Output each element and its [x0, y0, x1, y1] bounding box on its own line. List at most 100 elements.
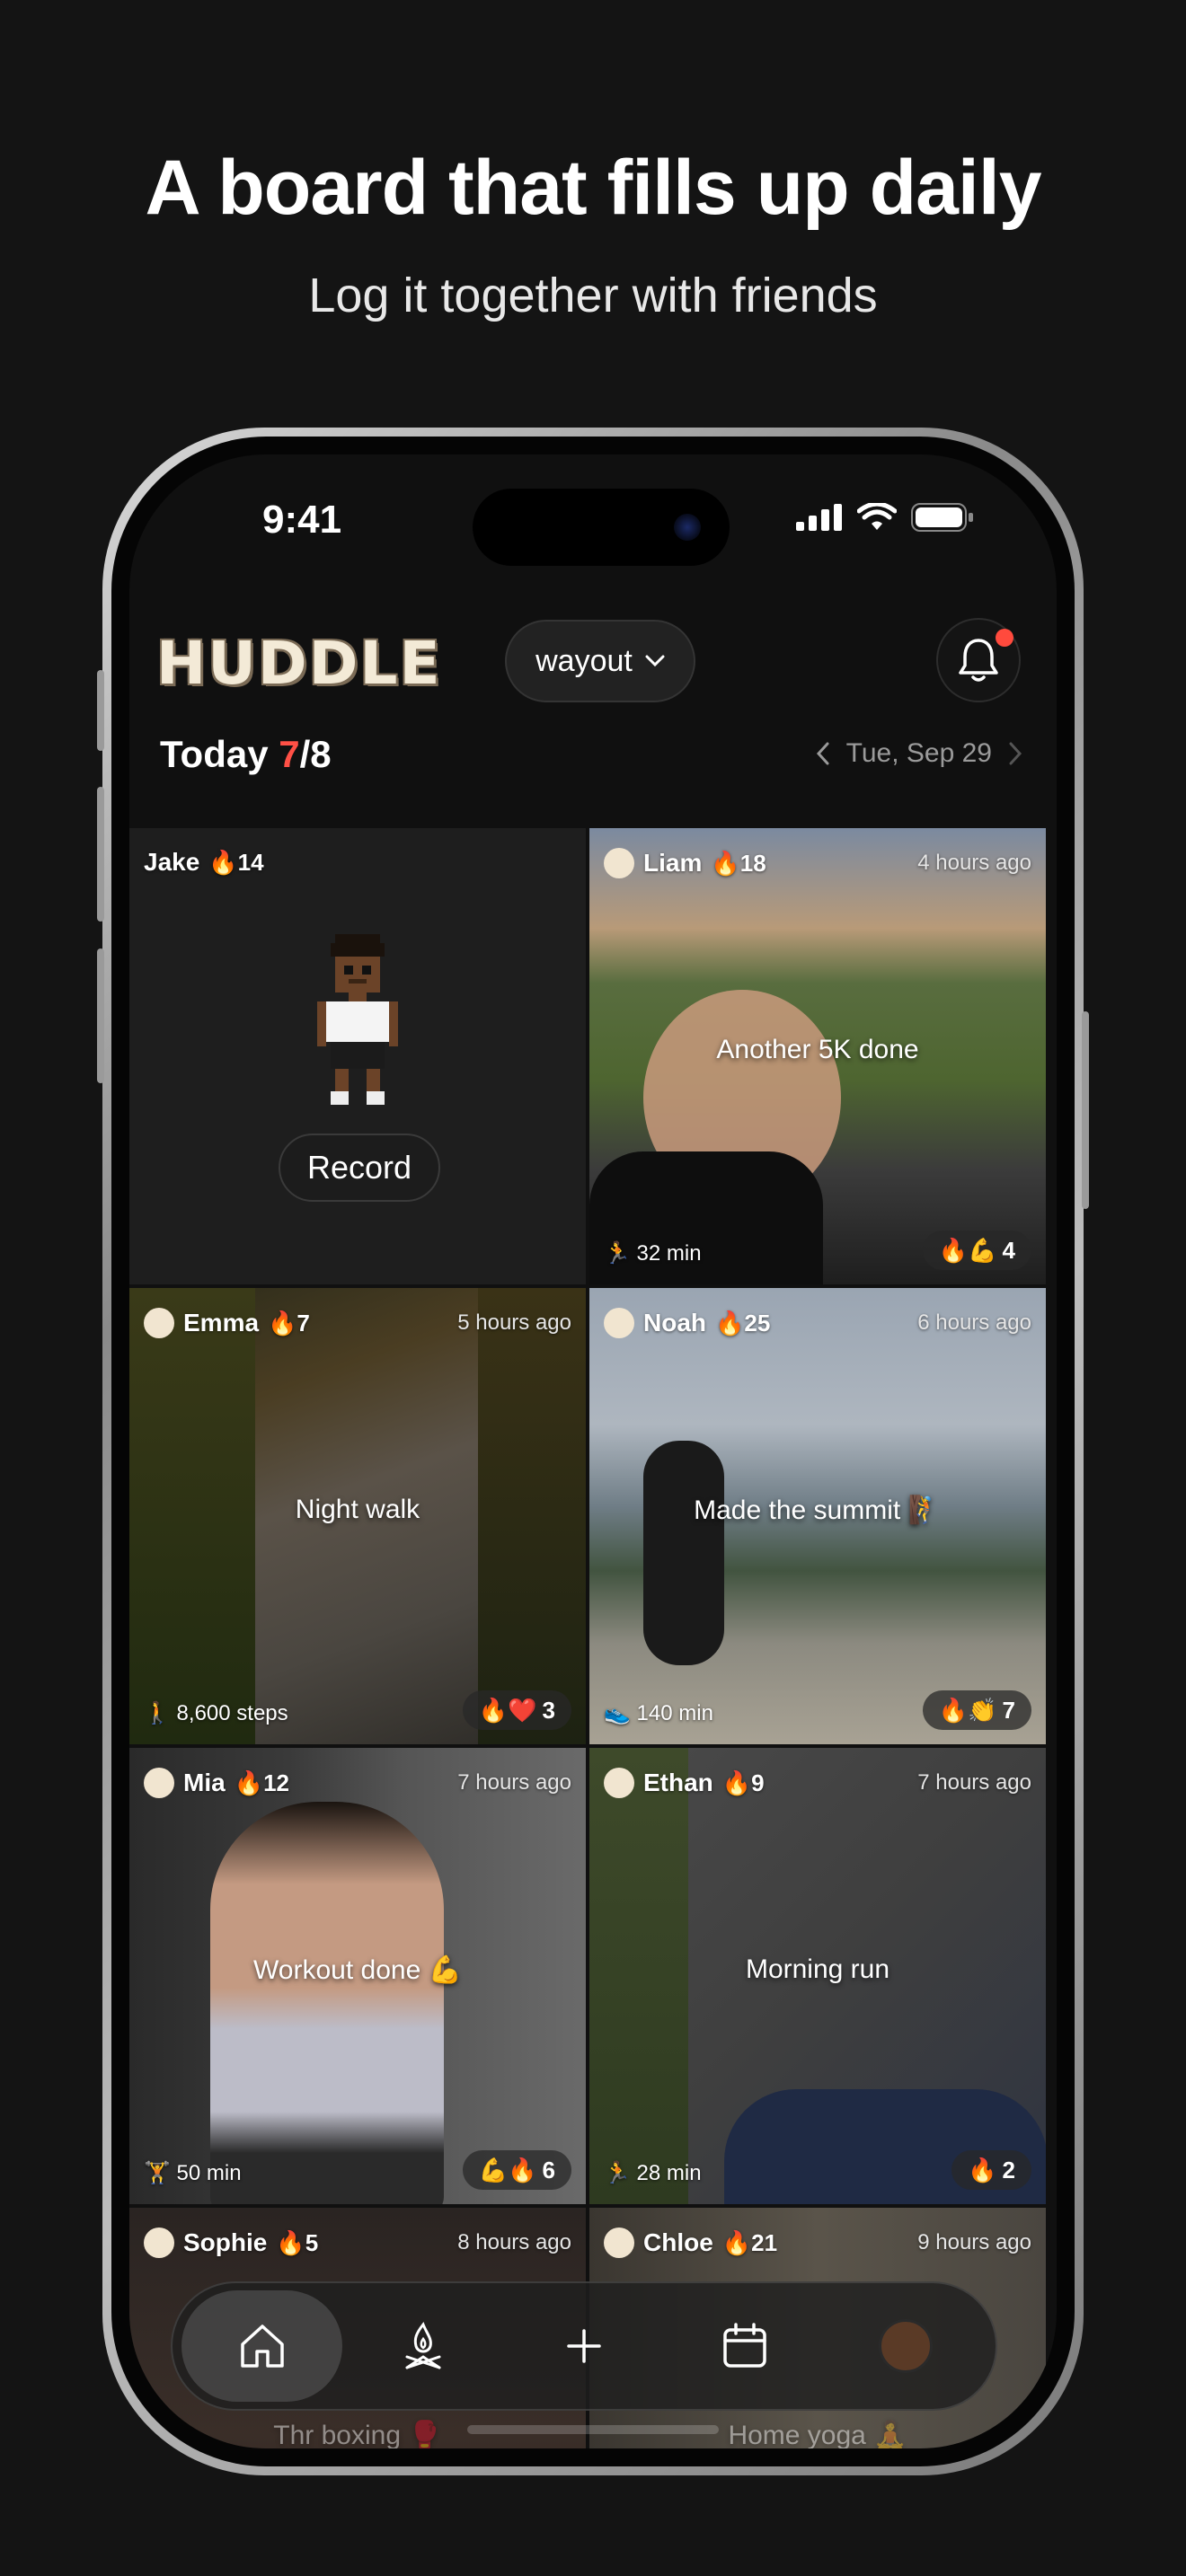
streak-count: 18 — [739, 849, 766, 877]
bell-icon — [959, 639, 998, 682]
user-avatar — [144, 2228, 174, 2258]
chevron-left-icon[interactable] — [816, 742, 830, 765]
reactions-button[interactable]: 🔥❤️ 3 — [462, 1690, 571, 1730]
chevron-right-icon[interactable] — [1008, 742, 1022, 765]
home-icon — [240, 2325, 284, 2368]
profile-avatar — [879, 2319, 934, 2373]
reaction-emojis: 🔥👏 — [938, 1696, 997, 1724]
activity-card[interactable]: Noah 🔥25 6 hours ago Made the summit 🧗 👟… — [589, 1288, 1046, 1744]
today-done: 7 — [279, 733, 300, 775]
reactions-button[interactable]: 🔥 2 — [951, 2150, 1031, 2190]
user-name: Chloe — [643, 2228, 713, 2256]
streak-badge: 🔥7 — [268, 1309, 310, 1337]
tab-campfire[interactable] — [342, 2290, 503, 2402]
group-name: wayout — [535, 643, 633, 678]
today-progress: Today 7/8 — [160, 733, 332, 776]
user-avatar — [604, 848, 634, 878]
tab-bar — [171, 2281, 997, 2411]
activity-grid: Jake 🔥14 Record Liam 🔥18 4 hours ago Ano… — [129, 828, 1057, 2448]
phone-frame: 9:41 HUDDLE wayout Today 7/8 Tue, Sep 29… — [97, 428, 1089, 2475]
today-label: Today — [160, 733, 269, 775]
activity-metric: 🏋 50 min — [144, 2161, 242, 2185]
streak-count: 14 — [237, 848, 264, 876]
user-name: Ethan — [643, 1769, 713, 1796]
time-ago: 7 hours ago — [457, 1770, 571, 1795]
activity-card[interactable]: Mia 🔥12 7 hours ago Workout done 💪 🏋 50 … — [129, 1748, 586, 2204]
streak-badge: 🔥12 — [234, 1769, 289, 1796]
reaction-emojis: 🔥 — [968, 2156, 997, 2183]
activity-caption: Morning run — [745, 1954, 890, 1984]
reactions-button[interactable]: 💪🔥 6 — [462, 2150, 571, 2190]
dynamic-island — [473, 489, 730, 566]
tab-calendar[interactable] — [665, 2290, 826, 2402]
user-name: Noah — [643, 1309, 706, 1337]
card-user: Ethan 🔥9 — [604, 1768, 765, 1798]
user-name: Liam — [643, 849, 703, 877]
activity-caption: Made the summit 🧗 — [694, 1495, 942, 1525]
status-time: 9:41 — [262, 498, 342, 542]
person-shape — [210, 1802, 444, 2204]
streak-count: 9 — [751, 1769, 765, 1796]
reaction-emojis: 🔥❤️ — [478, 1696, 537, 1724]
streak-badge: 🔥18 — [711, 849, 766, 877]
activity-caption: Night walk — [295, 1495, 420, 1524]
chevron-down-icon — [645, 655, 665, 667]
activity-metric: 👟 140 min — [604, 1701, 713, 1725]
streak-count: 21 — [751, 2228, 778, 2256]
time-ago: 8 hours ago — [457, 2230, 571, 2254]
reaction-count: 7 — [1002, 1696, 1015, 1724]
reaction-emojis: 🔥💪 — [938, 1236, 997, 1264]
activity-card[interactable]: Emma 🔥7 5 hours ago Night walk 🚶 8,600 s… — [129, 1288, 586, 1744]
screen: 9:41 HUDDLE wayout Today 7/8 Tue, Sep 29… — [129, 454, 1057, 2448]
reaction-count: 4 — [1002, 1236, 1015, 1264]
volume-up-button — [97, 787, 104, 922]
pixel-avatar — [317, 934, 398, 1105]
record-button[interactable]: Record — [279, 1134, 440, 1202]
camera-icon — [674, 514, 701, 541]
headline: A board that fills up daily — [145, 145, 1041, 231]
streak-badge: 🔥21 — [721, 2228, 778, 2256]
notifications-button[interactable] — [936, 618, 1021, 702]
today-total: /8 — [299, 733, 332, 775]
time-ago: 9 hours ago — [917, 2230, 1031, 2254]
battery-icon — [911, 503, 973, 532]
person-shape — [643, 1441, 724, 1665]
user-avatar — [144, 1768, 174, 1798]
plus-icon — [567, 2329, 601, 2363]
streak-badge: 🔥9 — [721, 1769, 765, 1796]
streak-count: 5 — [305, 2228, 319, 2256]
tab-add[interactable] — [503, 2290, 664, 2402]
user-avatar — [144, 1308, 174, 1338]
reaction-count: 6 — [542, 2156, 555, 2183]
activity-metric: 🏃 28 min — [604, 2161, 702, 2185]
user-name: Mia — [183, 1769, 226, 1796]
user-avatar — [604, 1308, 634, 1338]
activity-card-self[interactable]: Jake 🔥14 Record — [129, 828, 586, 1284]
time-ago: 6 hours ago — [917, 1310, 1031, 1335]
subline: Log it together with friends — [308, 269, 878, 322]
tab-home[interactable] — [181, 2290, 343, 2402]
user-avatar — [604, 2228, 634, 2258]
app-logo: HUDDLE — [156, 629, 442, 698]
streak-badge: 🔥14 — [208, 848, 264, 876]
date-navigator: Tue, Sep 29 — [816, 738, 1022, 769]
user-name: Jake — [144, 848, 200, 876]
reaction-count: 3 — [542, 1696, 555, 1724]
card-user: Liam 🔥18 — [604, 848, 766, 878]
time-ago: 5 hours ago — [457, 1310, 571, 1335]
time-ago: 4 hours ago — [917, 851, 1031, 875]
time-ago: 7 hours ago — [917, 1770, 1031, 1795]
reactions-button[interactable]: 🔥👏 7 — [922, 1690, 1031, 1730]
activity-card[interactable]: Liam 🔥18 4 hours ago Another 5K done 🏃 3… — [589, 828, 1046, 1284]
today-row: Today 7/8 Tue, Sep 29 — [129, 733, 1057, 787]
activity-card[interactable]: Ethan 🔥9 7 hours ago Morning run 🏃 28 mi… — [589, 1748, 1046, 2204]
streak-badge: 🔥25 — [715, 1309, 771, 1337]
status-icons — [796, 503, 974, 532]
group-selector[interactable]: wayout — [505, 620, 695, 702]
activity-caption: Home yoga 🧘 — [728, 2421, 907, 2448]
reaction-count: 2 — [1002, 2156, 1015, 2183]
reactions-button[interactable]: 🔥💪 4 — [922, 1231, 1031, 1270]
card-user: Jake 🔥14 — [144, 848, 264, 877]
activity-metric: 🏃 32 min — [604, 1241, 702, 1266]
tab-profile[interactable] — [826, 2290, 987, 2402]
